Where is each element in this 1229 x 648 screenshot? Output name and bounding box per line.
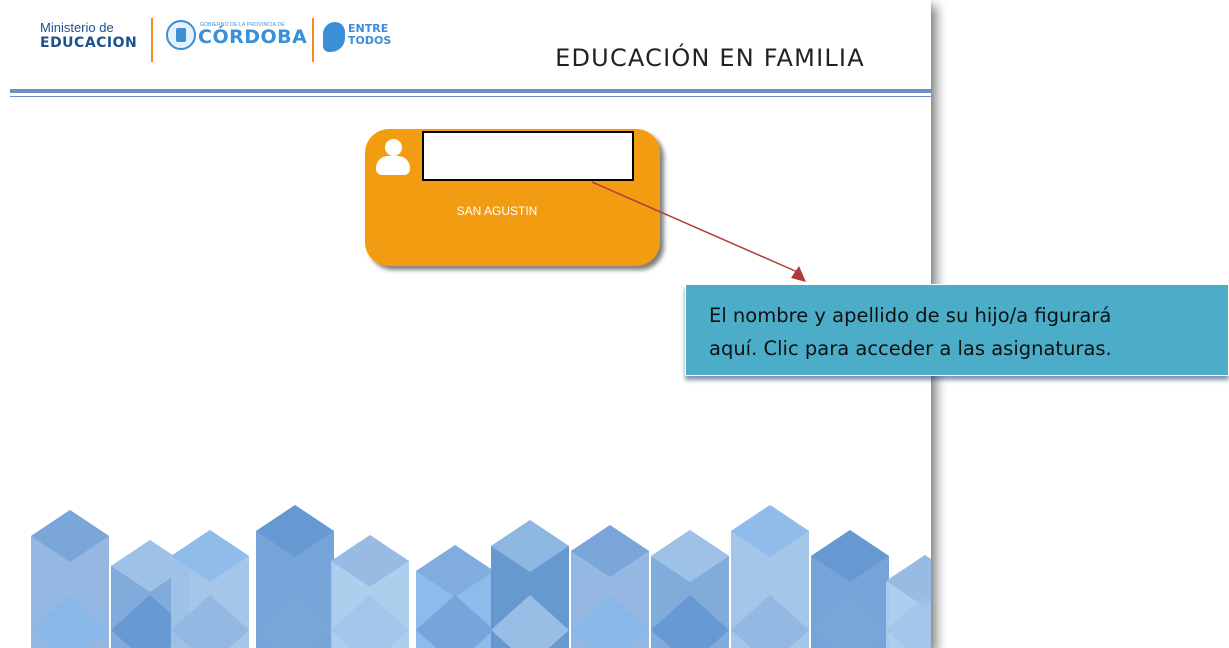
school-name: SAN AGUSTIN <box>456 204 538 218</box>
logo-ministerio-big-text: EDUCACION <box>40 35 138 51</box>
instruction-callout: El nombre y apellido de su hijo/a figura… <box>685 284 1229 376</box>
callout-text: El nombre y apellido de su hijo/a figura… <box>709 304 1112 360</box>
entre-todos-mark-icon <box>323 22 345 52</box>
logo-entre-line1: ENTRE <box>348 22 389 35</box>
logo-divider <box>312 18 314 62</box>
page-title: EDUCACIÓN EN FAMILIA <box>555 44 865 72</box>
header: Ministerio de EDUCACION GOBIERNO DE LA P… <box>0 0 931 100</box>
user-avatar-icon <box>375 139 411 179</box>
header-divider-thin <box>10 96 931 97</box>
hexagon-pattern-decoration <box>31 505 931 648</box>
avatar-body <box>376 156 410 175</box>
logo-cordoba-name-text: CÓRDOBA <box>198 26 308 48</box>
avatar-head <box>385 139 402 156</box>
logo-divider <box>151 18 153 62</box>
logo-entre-line2: TODOS <box>348 34 392 47</box>
student-card[interactable]: SAN AGUSTIN <box>365 129 660 266</box>
header-divider-thick <box>10 89 931 93</box>
student-name-box[interactable] <box>422 131 634 181</box>
logo-ministerio-small-text: Ministerio de <box>40 20 114 35</box>
cordoba-seal-icon <box>166 20 196 50</box>
ministerio-educacion-logo: Ministerio de EDUCACION <box>40 20 138 51</box>
